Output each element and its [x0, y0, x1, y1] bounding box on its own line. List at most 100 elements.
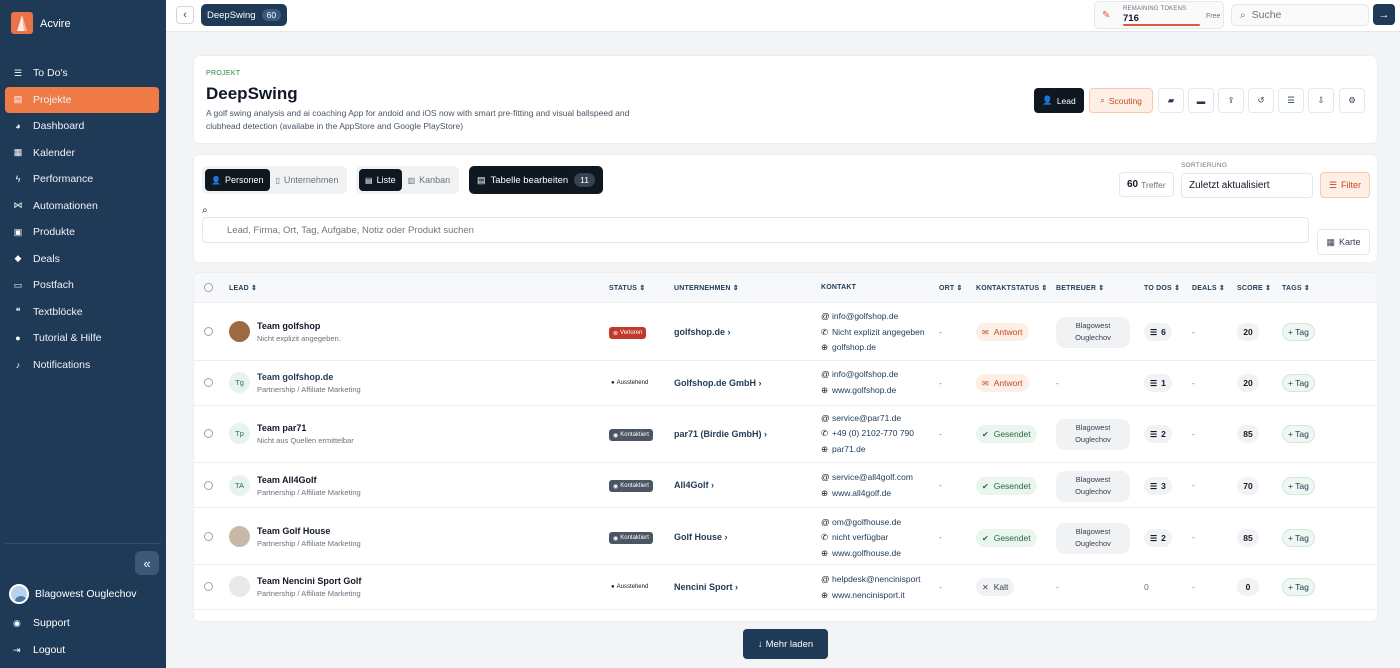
lead-name[interactable]: Team All4Golf — [257, 475, 317, 485]
contact-email[interactable]: @ helpdesk@nencinisport — [821, 574, 926, 584]
col-status[interactable]: STATUS ⇕ — [609, 284, 645, 292]
col-deals[interactable]: DEALS ⇕ — [1192, 284, 1225, 292]
contact-website[interactable]: ⊕ www.nencinisport.it — [821, 590, 926, 601]
lead-name[interactable]: Team Golf House — [257, 526, 330, 536]
owner-chip[interactable]: Blagowest Ouglechov — [1056, 523, 1130, 554]
sidebar-item-tutorial[interactable]: ● Tutorial & Hilfe — [5, 325, 159, 352]
row-checkbox[interactable] — [204, 532, 213, 541]
contact-email[interactable]: @ service@par71.de — [821, 413, 926, 423]
pipeline-button[interactable]: ▰ — [1158, 88, 1184, 113]
row-checkbox[interactable] — [204, 327, 213, 336]
contact-phone[interactable]: ✆ +49 (0) 2102-770 790 — [821, 428, 926, 439]
sidebar-item-dashboard[interactable]: ◕ Dashboard — [5, 113, 159, 140]
row-checkbox[interactable] — [204, 481, 213, 490]
filter-button[interactable]: ☰ Filter — [1320, 172, 1370, 198]
contact-status-badge[interactable]: ✔ Gesendet — [976, 477, 1037, 495]
col-score[interactable]: SCORE ⇕ — [1237, 284, 1271, 292]
add-tag-button[interactable]: + Tag — [1282, 323, 1315, 341]
table-row[interactable]: Tg Team golfshop.de Partnership / Affili… — [194, 361, 1377, 406]
company-link[interactable]: All4Golf › — [674, 480, 714, 490]
company-link[interactable]: Golfshop.de GmbH › — [674, 378, 762, 388]
table-row[interactable]: Team Golf House Partnership / Affiliate … — [194, 508, 1377, 565]
contact-status-badge[interactable]: ✉ Antwort — [976, 374, 1029, 392]
lead-name[interactable]: Team golfshop.de — [257, 372, 333, 382]
row-checkbox[interactable] — [204, 378, 213, 387]
sidebar-item-textbloecke[interactable]: ❝ Textblöcke — [5, 299, 159, 326]
back-button[interactable]: ‹ — [176, 6, 194, 24]
company-link[interactable]: Golf House › — [674, 532, 728, 542]
sidebar-item-produkte[interactable]: ▣ Produkte — [5, 219, 159, 246]
contact-website[interactable]: ⊕ golfshop.de — [821, 342, 926, 353]
company-link[interactable]: Nencini Sport › — [674, 582, 738, 592]
col-ort[interactable]: ORT ⇕ — [939, 284, 963, 292]
contact-status-badge[interactable]: ✔ Gesendet — [976, 425, 1037, 443]
remaining-tokens-widget[interactable]: ✎ REMAINING TOKENS 716 Free — [1094, 1, 1224, 29]
sidebar-item-performance[interactable]: ϟ Performance — [5, 166, 159, 193]
add-lead-button[interactable]: 👤 Lead — [1034, 88, 1084, 113]
col-tags[interactable]: TAGS ⇕ — [1282, 284, 1310, 292]
add-tag-button[interactable]: + Tag — [1282, 425, 1315, 443]
owner-chip[interactable]: Blagowest Ouglechov — [1056, 471, 1130, 502]
contact-email[interactable]: @ info@golfshop.de — [821, 369, 926, 379]
table-row[interactable]: Team golfshop Nicht explizit angegeben. … — [194, 303, 1377, 361]
contact-website[interactable]: ⊕ par71.de — [821, 444, 926, 455]
contact-email[interactable]: @ om@golfhouse.de — [821, 517, 926, 527]
upload-button[interactable]: ⇪ — [1218, 88, 1244, 113]
add-tag-button[interactable]: + Tag — [1282, 477, 1315, 495]
sidebar-item-projekte[interactable]: ▤ Projekte — [5, 86, 159, 113]
col-betreuer[interactable]: BETREUER ⇕ — [1056, 284, 1104, 292]
contact-status-badge[interactable]: ✕ Kalt — [976, 578, 1015, 596]
col-kstatus[interactable]: KONTAKTSTATUS ⇕ — [976, 284, 1047, 292]
tab-liste[interactable]: ▤ Liste — [359, 169, 402, 191]
todos-chip[interactable]: ☰ 6 — [1144, 323, 1172, 341]
lead-name[interactable]: Team golfshop — [257, 321, 320, 331]
contact-website[interactable]: ⊕ www.golfhouse.de — [821, 548, 926, 559]
contact-phone[interactable]: ✆ nicht verfügbar — [821, 532, 926, 543]
tab-kanban[interactable]: ▥ Kanban — [402, 169, 457, 191]
todos-chip[interactable]: ☰ 2 — [1144, 425, 1172, 443]
sidebar-item-kalender[interactable]: ▦ Kalender — [5, 140, 159, 167]
row-checkbox[interactable] — [204, 582, 213, 591]
contact-email[interactable]: @ service@all4golf.com — [821, 472, 926, 482]
tab-unternehmen[interactable]: ▯ Unternehmen — [270, 169, 345, 191]
todos-chip[interactable]: ☰ 2 — [1144, 529, 1172, 547]
sidebar-item-deals[interactable]: ◆ Deals — [5, 246, 159, 273]
breadcrumb[interactable]: DeepSwing 60 — [201, 4, 288, 26]
acvire-logo[interactable] — [11, 12, 33, 34]
lead-search-input[interactable] — [202, 217, 1309, 243]
company-link[interactable]: par71 (Birdie GmbH) › — [674, 429, 767, 439]
col-lead[interactable]: LEAD ⇕ — [229, 284, 257, 292]
contact-website[interactable]: ⊕ www.all4golf.de — [821, 488, 926, 499]
add-tag-button[interactable]: + Tag — [1282, 529, 1315, 547]
owner-chip[interactable]: Blagowest Ouglechov — [1056, 419, 1130, 450]
contact-status-badge[interactable]: ✔ Gesendet — [976, 529, 1037, 547]
collapse-sidebar-button[interactable]: « — [135, 551, 159, 575]
map-button[interactable]: ▦ Karte — [1317, 229, 1370, 255]
load-more-button[interactable]: ↓ Mehr laden — [743, 629, 828, 659]
table-row[interactable]: Team Nencini Sport Golf Partnership / Af… — [194, 565, 1377, 610]
global-search-input[interactable]: ⌕ Suche — [1231, 4, 1369, 26]
owner-chip[interactable]: Blagowest Ouglechov — [1056, 317, 1130, 348]
edit-table-button[interactable]: ▤ Tabelle bearbeiten 11 — [469, 166, 603, 194]
row-checkbox[interactable] — [204, 429, 213, 438]
table-row[interactable]: TA Team All4Golf Partnership / Affiliate… — [194, 463, 1377, 508]
contact-status-badge[interactable]: ✉ Antwort — [976, 323, 1029, 341]
contact-website[interactable]: ⊕ www.golfshop.de — [821, 385, 926, 396]
tab-personen[interactable]: 👤 Personen — [205, 169, 270, 191]
logout-link[interactable]: ⇥ Logout — [13, 644, 163, 656]
company-link[interactable]: golfshop.de › — [674, 327, 731, 337]
sidebar-item-automationen[interactable]: ⋈ Automationen — [5, 193, 159, 220]
add-tag-button[interactable]: + Tag — [1282, 374, 1315, 392]
sidebar-item-postfach[interactable]: ▭ Postfach — [5, 272, 159, 299]
user-profile[interactable]: Blagowest Ouglechov — [9, 584, 137, 604]
lead-name[interactable]: Team par71 — [257, 423, 306, 433]
contact-email[interactable]: @ info@golfshop.de — [821, 311, 926, 321]
adjust-button[interactable]: ☰ — [1278, 88, 1304, 113]
sidebar-item-notifications[interactable]: ♪ Notifications — [5, 352, 159, 379]
support-link[interactable]: ◉ Support — [13, 617, 163, 629]
download-button[interactable]: ⇩ — [1308, 88, 1334, 113]
select-all-checkbox[interactable] — [204, 283, 213, 292]
contact-phone[interactable]: ✆ Nicht explizit angegeben — [821, 327, 926, 338]
table-row[interactable]: Tp Team par71 Nicht aus Quellen ermittel… — [194, 406, 1377, 463]
settings-button[interactable]: ⚙ — [1339, 88, 1365, 113]
